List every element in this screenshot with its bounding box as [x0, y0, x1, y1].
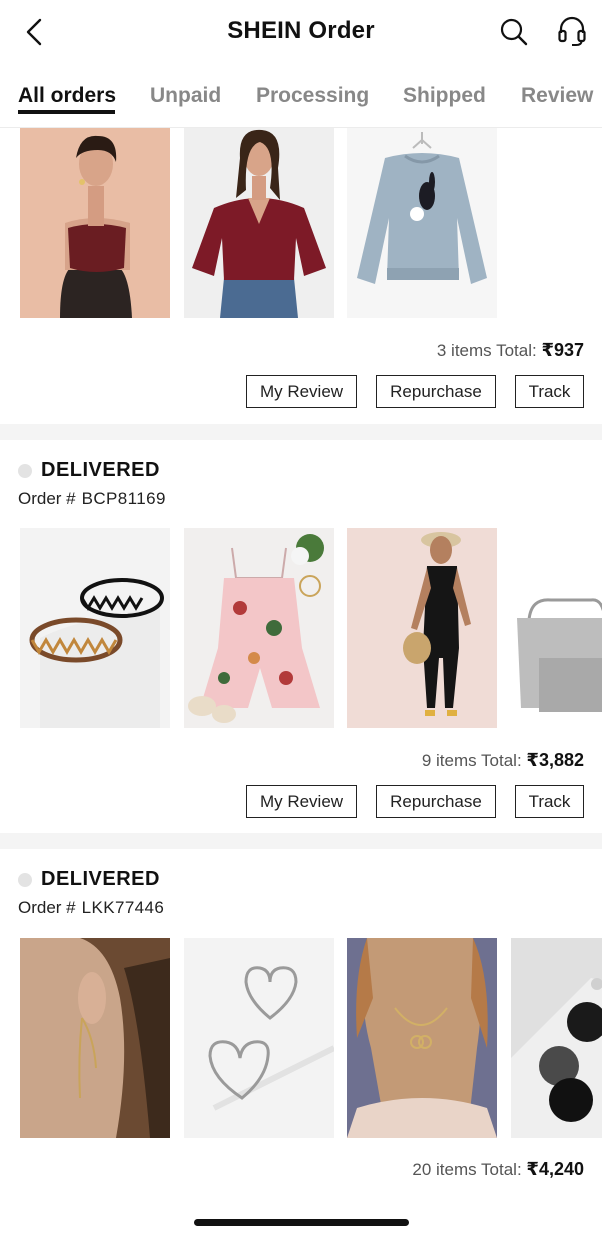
items-total-label: 9 items Total:	[421, 751, 522, 770]
search-icon	[500, 18, 528, 46]
product-thumbnail[interactable]	[511, 528, 602, 728]
headset-icon	[558, 16, 586, 46]
tab-all-orders[interactable]: All orders	[18, 84, 116, 108]
tab-shipped[interactable]: Shipped	[403, 84, 486, 108]
tab-processing[interactable]: Processing	[256, 84, 369, 108]
tab-review[interactable]: Review	[521, 84, 593, 108]
home-indicator	[194, 1219, 409, 1226]
product-thumbnail[interactable]	[184, 128, 334, 318]
product-thumbnail[interactable]	[20, 938, 170, 1138]
product-thumbnail[interactable]	[20, 128, 170, 318]
order-number-label: Order #	[18, 489, 76, 508]
track-button[interactable]: Track	[515, 375, 584, 408]
product-thumbnail[interactable]	[347, 528, 497, 728]
order-number: LKK77446	[81, 898, 165, 917]
product-thumbnail[interactable]	[347, 938, 497, 1138]
order-status: DELIVERED	[18, 459, 160, 482]
status-dot	[18, 463, 32, 478]
product-thumbnail[interactable]	[184, 528, 334, 728]
search-button[interactable]	[496, 14, 532, 50]
active-tab-indicator	[18, 110, 115, 114]
order-status: DELIVERED	[18, 868, 160, 891]
order-number-row: Order # LKK77446	[18, 898, 164, 918]
card-separator	[0, 424, 602, 440]
order-number: BCP81169	[81, 489, 166, 508]
status-dot	[18, 872, 32, 887]
order-number-label: Order #	[18, 898, 76, 917]
customer-support-button[interactable]	[554, 14, 590, 50]
product-thumbnail[interactable]	[20, 528, 170, 728]
items-total-label: 3 items Total:	[436, 341, 537, 360]
status-label: DELIVERED	[41, 868, 160, 890]
product-thumbnail[interactable]	[347, 128, 497, 318]
order-card-1[interactable]: 3 items Total: ₹937 My Review Repurchase…	[0, 128, 602, 424]
order-total-amount: ₹3,882	[526, 750, 584, 770]
order-total-amount: ₹4,240	[526, 1159, 584, 1179]
order-items-row	[0, 128, 602, 318]
product-thumbnail[interactable]	[184, 938, 334, 1138]
order-number-row: Order # BCP81169	[18, 489, 166, 509]
order-items-row	[0, 938, 602, 1138]
order-items-row	[0, 528, 602, 728]
order-card-2[interactable]: DELIVERED Order # BCP81169 9 items Total…	[0, 440, 602, 833]
order-total: 20 items Total: ₹4,240	[412, 1159, 584, 1180]
order-total: 3 items Total: ₹937	[437, 340, 584, 361]
tab-unpaid[interactable]: Unpaid	[150, 84, 221, 108]
header: SHEIN Order	[0, 0, 602, 66]
repurchase-button[interactable]: Repurchase	[376, 375, 496, 408]
order-card-3[interactable]: DELIVERED Order # LKK77446 20 items Tota…	[0, 849, 602, 1239]
track-button[interactable]: Track	[515, 785, 584, 818]
order-tabs: All orders Unpaid Processing Shipped Rev…	[0, 66, 602, 128]
items-total-label: 20 items Total:	[412, 1160, 522, 1179]
my-review-button[interactable]: My Review	[246, 375, 357, 408]
order-total: 9 items Total: ₹3,882	[422, 750, 584, 771]
product-thumbnail[interactable]	[511, 938, 602, 1138]
my-review-button[interactable]: My Review	[246, 785, 357, 818]
repurchase-button[interactable]: Repurchase	[376, 785, 496, 818]
card-separator	[0, 833, 602, 849]
status-label: DELIVERED	[41, 459, 160, 481]
order-total-amount: ₹937	[541, 340, 584, 360]
